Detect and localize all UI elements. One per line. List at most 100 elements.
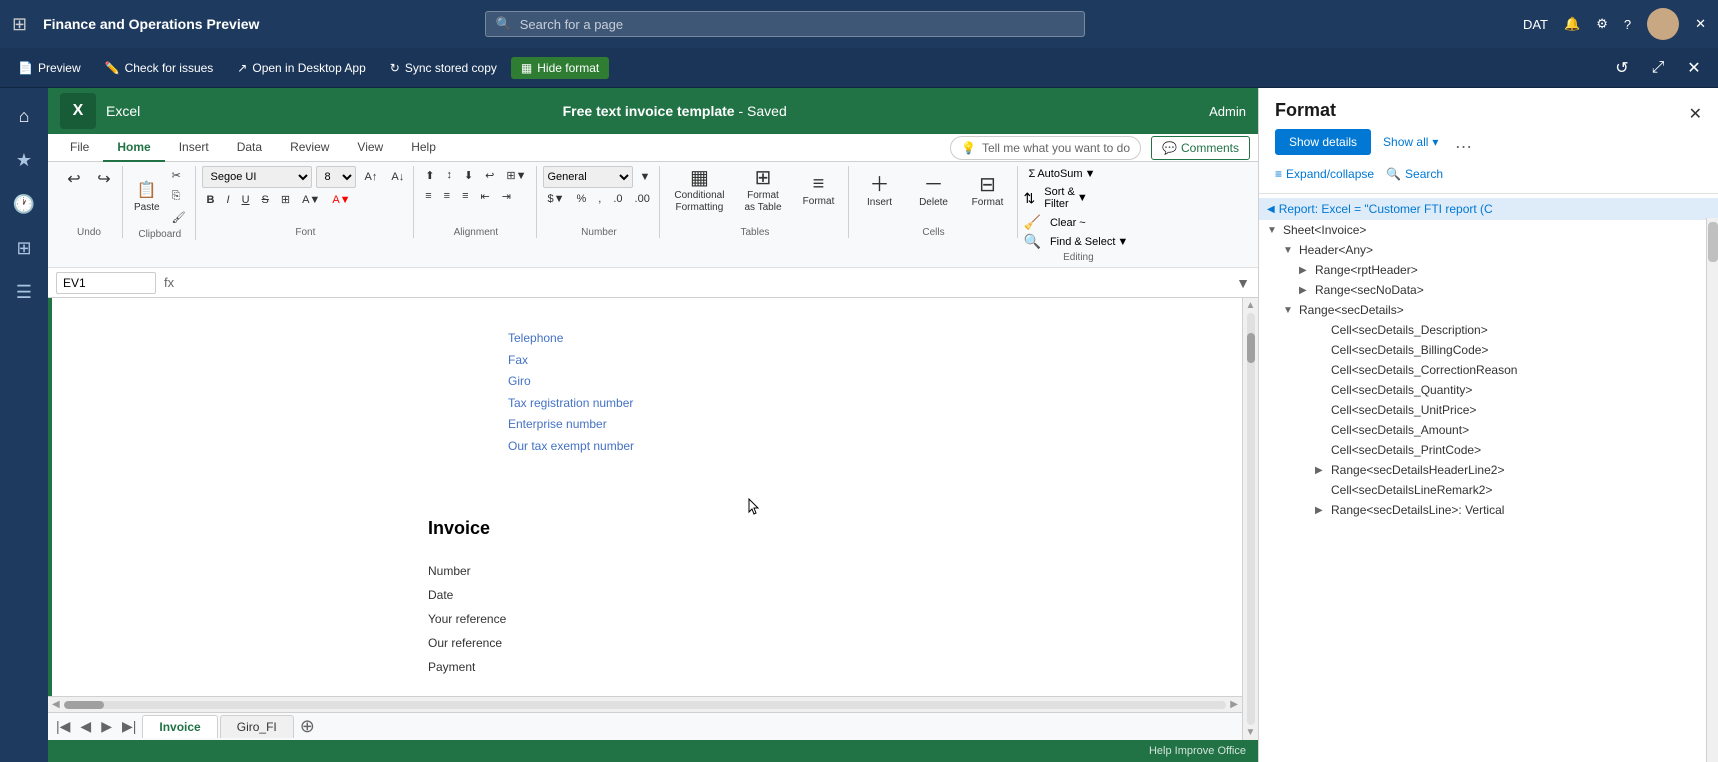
popout-icon[interactable]: ⤢ (1642, 52, 1674, 84)
find-select-button[interactable]: Find & Select ▼ (1045, 234, 1133, 250)
autosum-dropdown[interactable]: ▼ (1085, 168, 1096, 180)
delete-cells-button[interactable]: － Delete (909, 171, 959, 212)
cell-styles-button[interactable]: ≡ Format (794, 170, 844, 212)
tab-help[interactable]: Help (397, 134, 450, 162)
hide-format-button[interactable]: ▦ Hide format (511, 57, 609, 79)
tab-data[interactable]: Data (223, 134, 276, 162)
tree-item-rptheader[interactable]: ▶ Range<rptHeader> (1259, 260, 1718, 280)
vertical-scrollbar[interactable]: ▲ ▼ (1242, 298, 1258, 740)
format-more-button[interactable]: … (1454, 132, 1472, 153)
italic-button[interactable]: I (222, 191, 235, 209)
tree-item-printcode[interactable]: Cell<secDetails_PrintCode> (1259, 440, 1718, 460)
bell-icon[interactable]: 🔔 (1564, 16, 1580, 32)
report-item[interactable]: ◀ Report: Excel = "Customer FTI report (… (1259, 198, 1718, 220)
underline-button[interactable]: U (237, 191, 255, 209)
fill-color-button[interactable]: A▼ (297, 191, 325, 209)
close-toolbar-icon[interactable]: ✕ (1678, 52, 1710, 84)
insert-cells-button[interactable]: ＋ Insert (855, 171, 905, 212)
format-panel-close-button[interactable]: ✕ (1689, 104, 1702, 124)
sidebar-workspace-icon[interactable]: ⊞ (4, 228, 44, 268)
sheet-nav-next[interactable]: ▶ (97, 718, 116, 735)
currency-button[interactable]: $▼ (543, 190, 570, 208)
format-painter-button[interactable]: 🖌 (167, 208, 191, 227)
copy-button[interactable]: ⎘ (167, 187, 191, 206)
tree-item-amount[interactable]: Cell<secDetails_Amount> (1259, 420, 1718, 440)
clear-button[interactable]: Clear ~ (1045, 215, 1091, 231)
undo-button[interactable]: ↩ (60, 166, 88, 192)
align-middle-button[interactable]: ↕ (441, 166, 457, 185)
comments-button[interactable]: 💬 Comments (1151, 136, 1250, 160)
redo-button[interactable]: ↪ (90, 166, 118, 192)
expand-collapse-button[interactable]: ≡ Expand/collapse (1275, 167, 1374, 181)
tree-item-secdetails[interactable]: ▼ Range<secDetails> (1259, 300, 1718, 320)
refresh-icon[interactable]: ↺ (1606, 52, 1638, 84)
show-details-button[interactable]: Show details (1275, 129, 1371, 155)
format-search-button[interactable]: 🔍 Search (1386, 167, 1443, 181)
settings-icon[interactable]: ⚙ (1596, 16, 1608, 32)
spreadsheet-area[interactable]: Telephone Fax Giro Tax registration numb… (48, 298, 1242, 696)
autosum-button[interactable]: Σ AutoSum ▼ (1024, 166, 1134, 182)
tree-item-correctionreason[interactable]: Cell<secDetails_CorrectionReason (1259, 360, 1718, 380)
tree-item-lineremark2[interactable]: Cell<secDetailsLineRemark2> (1259, 480, 1718, 500)
format-as-table-button[interactable]: ⊞ Formatas Table (736, 164, 789, 218)
tell-me-bar[interactable]: 💡 Tell me what you want to do (950, 136, 1141, 160)
sidebar-modules-icon[interactable]: ☰ (4, 272, 44, 312)
tree-item-secdetailsline[interactable]: ▶ Range<secDetailsLine>: Vertical (1259, 500, 1718, 520)
horizontal-scrollbar[interactable]: ◀ ▶ (48, 696, 1242, 712)
increase-font-size-button[interactable]: A↑ (360, 168, 383, 186)
decrease-indent-button[interactable]: ⇤ (476, 187, 495, 206)
sidebar-home-icon[interactable]: ⌂ (4, 96, 44, 136)
help-icon[interactable]: ? (1624, 17, 1631, 32)
formula-input[interactable] (182, 276, 1228, 290)
strikethrough-button[interactable]: S (257, 191, 274, 209)
format-cells-button[interactable]: ⊟ Format (963, 171, 1013, 212)
sheet-nav-first[interactable]: |◀ (52, 718, 74, 735)
align-bottom-button[interactable]: ⬇ (459, 166, 478, 185)
tree-item-header-any[interactable]: ▼ Header<Any> (1259, 240, 1718, 260)
cut-button[interactable]: ✂ (167, 166, 191, 185)
wrap-text-button[interactable]: ↩ (480, 166, 499, 185)
sheet-nav-prev[interactable]: ◀ (76, 718, 95, 735)
top-close-icon[interactable]: ✕ (1695, 16, 1706, 32)
tab-file[interactable]: File (56, 134, 103, 162)
sidebar-star-icon[interactable]: ★ (4, 140, 44, 180)
number-format-dropdown[interactable]: ▼ (635, 168, 656, 186)
tree-item-description[interactable]: Cell<secDetails_Description> (1259, 320, 1718, 340)
open-desktop-button[interactable]: ↗ Open in Desktop App (227, 57, 375, 79)
tree-item-quantity[interactable]: Cell<secDetails_Quantity> (1259, 380, 1718, 400)
conditional-formatting-button[interactable]: ▦ ConditionalFormatting (666, 164, 732, 218)
sheet-nav-last[interactable]: ▶| (118, 718, 140, 735)
border-button[interactable]: ⊞ (276, 190, 295, 209)
sidebar-recent-icon[interactable]: 🕐 (4, 184, 44, 224)
tab-insert[interactable]: Insert (165, 134, 223, 162)
paste-button[interactable]: 📋 Paste (129, 177, 165, 216)
tab-review[interactable]: Review (276, 134, 343, 162)
number-format-selector[interactable]: General (543, 166, 633, 188)
increase-indent-button[interactable]: ⇥ (497, 187, 516, 206)
panel-scrollbar[interactable] (1706, 218, 1718, 762)
font-color-button[interactable]: A▼ (327, 191, 355, 209)
app-grid-icon[interactable]: ⊞ (12, 14, 27, 35)
tree-item-headerline2[interactable]: ▶ Range<secDetailsHeaderLine2> (1259, 460, 1718, 480)
font-size-selector[interactable]: 8 (316, 166, 356, 188)
align-right-button[interactable]: ≡ (457, 187, 473, 206)
align-top-button[interactable]: ⬆ (420, 166, 439, 185)
sheet-tab-invoice[interactable]: Invoice (142, 715, 217, 738)
decrease-decimal-button[interactable]: .0 (608, 190, 627, 208)
tree-item-unitprice[interactable]: Cell<secDetails_UnitPrice> (1259, 400, 1718, 420)
tree-item-sheet-invoice[interactable]: ▼ Sheet<Invoice> (1259, 220, 1718, 240)
expand-formula-bar-icon[interactable]: ▼ (1236, 275, 1250, 291)
tree-item-billingcode[interactable]: Cell<secDetails_BillingCode> (1259, 340, 1718, 360)
align-left-button[interactable]: ≡ (420, 187, 436, 206)
bold-button[interactable]: B (202, 191, 220, 209)
user-avatar[interactable] (1647, 8, 1679, 40)
merge-center-button[interactable]: ⊞▼ (501, 166, 531, 185)
name-box[interactable] (56, 272, 156, 294)
tab-view[interactable]: View (343, 134, 397, 162)
add-sheet-button[interactable]: ⊕ (300, 716, 315, 737)
comma-button[interactable]: , (593, 190, 606, 208)
font-name-selector[interactable]: Segoe UI (202, 166, 312, 188)
preview-button[interactable]: 📄 Preview (8, 57, 91, 79)
decrease-font-size-button[interactable]: A↓ (386, 168, 409, 186)
sheet-tab-giro[interactable]: Giro_FI (220, 715, 294, 738)
